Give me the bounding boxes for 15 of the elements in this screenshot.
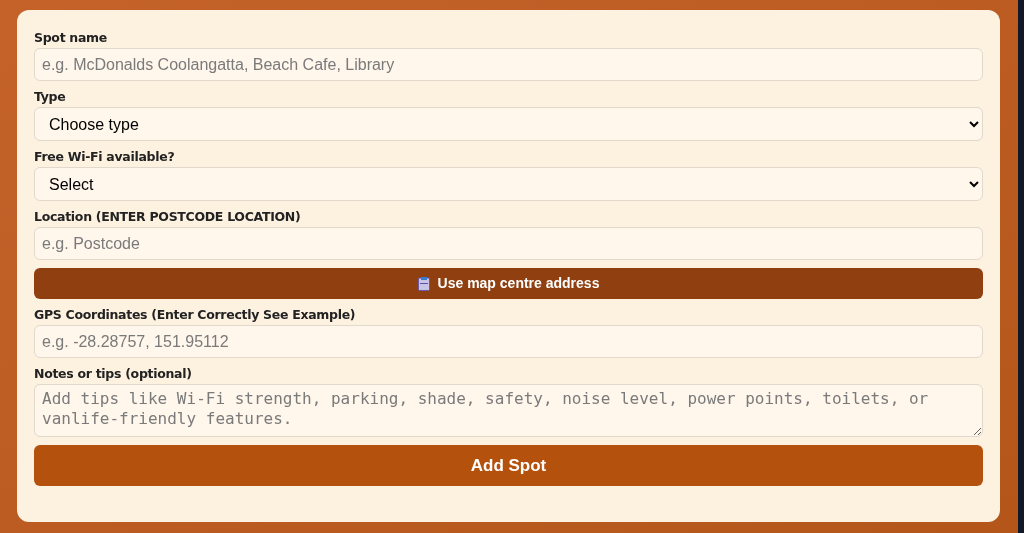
field-label: Free Wi-Fi available? [34,149,176,165]
field-label: Type [34,89,67,105]
notes-field[interactable]: Add tips like Wi-Fi strength, parking, shade, safety, noise level, power points, toilets, or vanlife-friendly features. [34,384,983,437]
text-field[interactable]: e.g. Postcode [34,227,983,260]
add-spot-button[interactable]: Add Spot [34,445,983,486]
dropdown[interactable]: Choose type [34,107,983,141]
field-label: GPS Coordinates (Enter Correctly See Example) [34,307,357,323]
dropdown[interactable]: Select [34,167,983,201]
clipboard-icon [417,276,430,291]
field-label: Spot name [34,30,108,46]
field-label: Location (ENTER POSTCODE LOCATION) [34,209,302,225]
map-address-button[interactable]: Use map centre address [34,268,983,299]
text-field[interactable]: e.g. -28.28757, 151.95112 [34,325,983,358]
field-label: Notes or tips (optional) [34,366,193,382]
text-field[interactable]: e.g. McDonalds Coolangatta, Beach Cafe, Library [34,48,983,81]
